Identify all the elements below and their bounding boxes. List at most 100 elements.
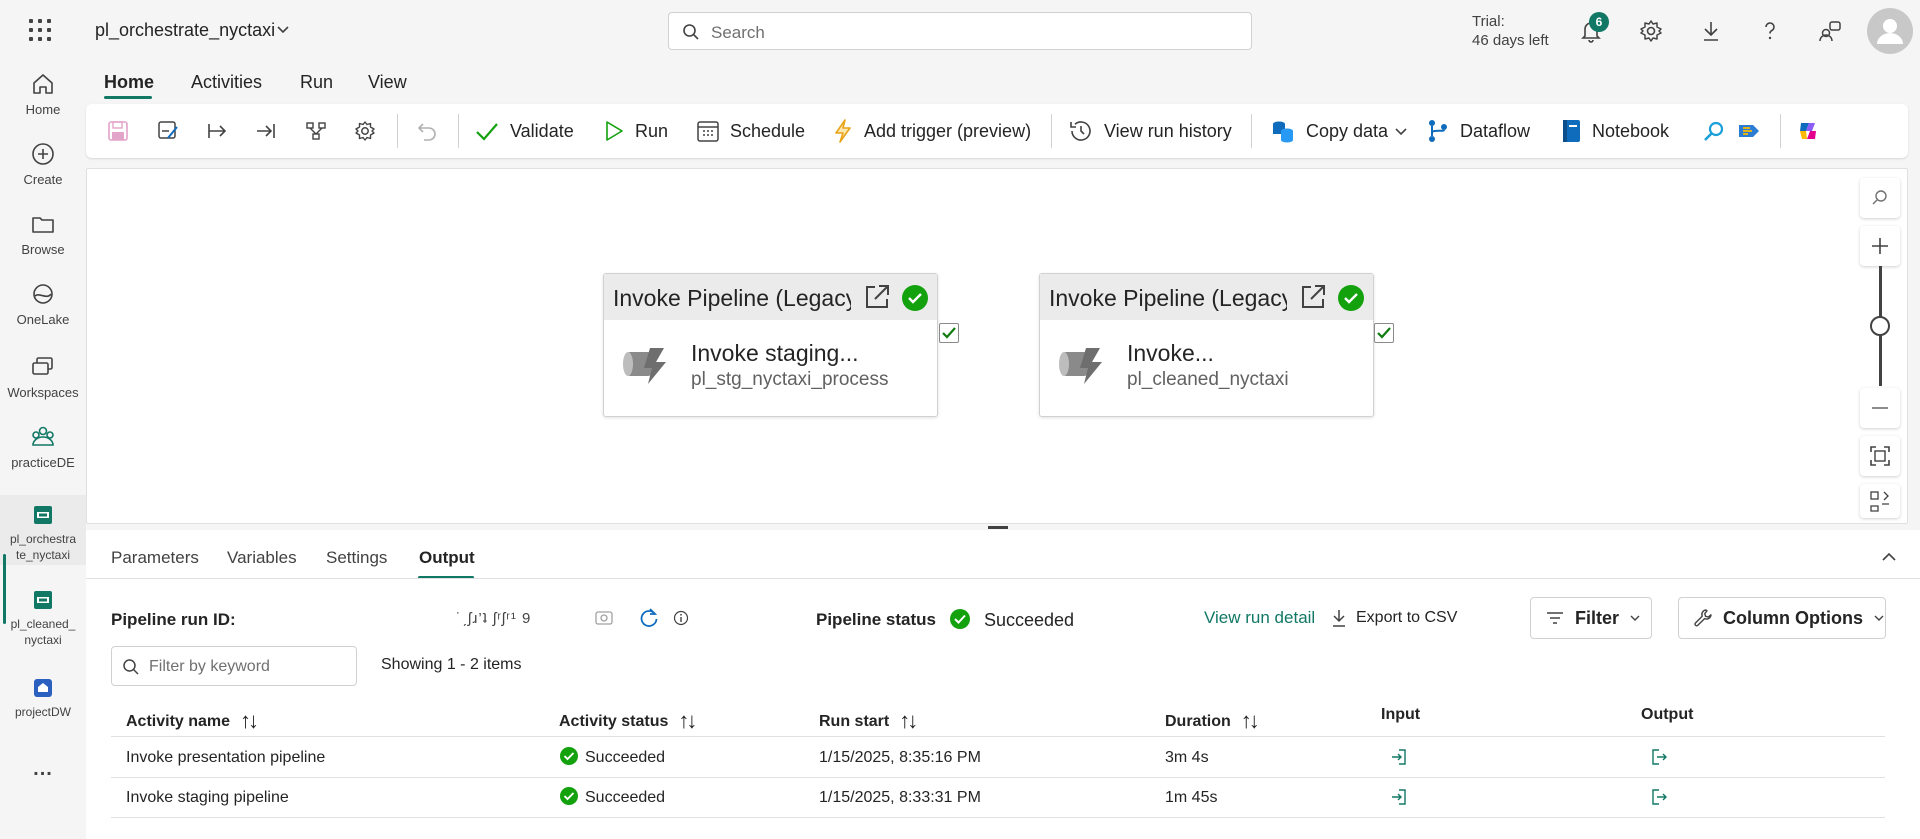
- tab-parameters[interactable]: Parameters: [111, 548, 199, 568]
- avatar[interactable]: [1867, 8, 1913, 54]
- chevron-up-icon[interactable]: [1881, 549, 1897, 565]
- gear-icon[interactable]: [353, 119, 377, 143]
- column-header-activity-name[interactable]: Activity name ↑↓: [126, 706, 259, 733]
- column-header-run-start[interactable]: Run start ↑↓: [819, 706, 918, 733]
- rail-item-projectdw[interactable]: projectDW: [0, 676, 86, 720]
- toolbar-separator: [458, 114, 459, 148]
- search-box[interactable]: Search: [668, 12, 1252, 50]
- gear-icon[interactable]: [1638, 18, 1664, 44]
- top-bar: pl_orchestrate_nyctaxi Search Trial: 46 …: [0, 0, 1920, 60]
- column-header-activity-status[interactable]: Activity status ↑↓: [559, 706, 697, 733]
- validate-button[interactable]: Validate: [474, 116, 574, 146]
- output-icon[interactable]: [1650, 748, 1668, 766]
- rail-item-workspaces[interactable]: Workspaces: [0, 353, 86, 401]
- export-csv-button[interactable]: Export to CSV: [1330, 608, 1457, 628]
- dataflow-button[interactable]: Dataflow: [1426, 116, 1530, 146]
- tab-variables[interactable]: Variables: [227, 548, 297, 568]
- activity-node[interactable]: Invoke Pipeline (Legacy) Invoke staging.…: [603, 273, 938, 417]
- success-port-checkbox[interactable]: [1374, 323, 1394, 343]
- auto-layout-button[interactable]: [1860, 484, 1900, 518]
- auto-align-icon[interactable]: [304, 119, 328, 143]
- schedule-button[interactable]: Schedule: [696, 116, 805, 146]
- run-button[interactable]: Run: [603, 116, 668, 146]
- azure-function-icon[interactable]: [1737, 119, 1761, 143]
- run-start-cell: 1/15/2025, 8:35:16 PM: [819, 749, 981, 766]
- output-icon[interactable]: [1650, 788, 1668, 806]
- pipeline-run-id-value: ˙ˏʃɹ’ʇ ʃʳʃʳ¹ 9: [456, 610, 532, 627]
- column-header-duration[interactable]: Duration ↑↓: [1165, 706, 1260, 733]
- chevron-down-icon[interactable]: [276, 22, 290, 36]
- zoom-out-button[interactable]: [1860, 388, 1900, 428]
- search-icon[interactable]: [1702, 119, 1726, 143]
- item-title[interactable]: pl_orchestrate_nyctaxi: [95, 20, 275, 41]
- rail-item-practicede[interactable]: practiceDE: [0, 423, 86, 471]
- app-launcher-icon[interactable]: [29, 19, 51, 41]
- dataflow-icon: [1429, 120, 1447, 142]
- zoom-in-button[interactable]: [1860, 226, 1900, 266]
- copy-data-button[interactable]: Copy data: [1270, 116, 1408, 146]
- add-trigger-button[interactable]: Add trigger (preview): [832, 116, 1031, 146]
- info-icon[interactable]: [673, 610, 689, 626]
- tab-view[interactable]: View: [368, 72, 407, 93]
- open-external-icon[interactable]: [862, 282, 892, 312]
- zoom-slider-thumb[interactable]: [1870, 316, 1890, 336]
- tab-settings[interactable]: Settings: [326, 548, 387, 568]
- copilot-icon[interactable]: [1796, 119, 1820, 143]
- table-header-divider: [111, 736, 1885, 737]
- move-right-icon[interactable]: [205, 119, 229, 143]
- fit-to-screen-button[interactable]: [1860, 436, 1900, 476]
- rail-item-pl-orchestrate[interactable]: pl_orchestra te_nyctaxi: [0, 495, 86, 565]
- rail-item-pl-cleaned[interactable]: pl_cleaned_ nyctaxi: [0, 588, 86, 648]
- download-icon[interactable]: [1698, 18, 1724, 44]
- rail-label: Home: [25, 102, 61, 117]
- rail-item-home[interactable]: Home: [0, 70, 86, 118]
- rail-item-create[interactable]: Create: [0, 140, 86, 188]
- activity-node[interactable]: Invoke Pipeline (Legacy) Invoke... pl_cl…: [1039, 273, 1374, 417]
- save-icon[interactable]: [106, 119, 130, 143]
- sort-icon[interactable]: ↑↓: [678, 708, 697, 733]
- notebook-button[interactable]: Notebook: [1560, 116, 1669, 146]
- tab-run[interactable]: Run: [300, 72, 333, 93]
- filter-button[interactable]: Filter: [1530, 597, 1652, 639]
- dataflow-label: Dataflow: [1460, 120, 1531, 141]
- pipeline-icon: [34, 591, 52, 609]
- tab-activities[interactable]: Activities: [191, 72, 262, 93]
- rail-item-browse[interactable]: Browse: [0, 210, 86, 258]
- success-port-checkbox[interactable]: [939, 323, 959, 343]
- sort-icon[interactable]: ↑↓: [240, 708, 259, 733]
- more-icon[interactable]: ...: [0, 758, 86, 781]
- folder-icon: [32, 217, 54, 233]
- checkmark-icon: [942, 327, 956, 339]
- keyword-filter-input[interactable]: Filter by keyword: [111, 646, 357, 686]
- table-row-divider: [111, 777, 1885, 778]
- tab-output[interactable]: Output: [419, 548, 475, 568]
- column-options-button[interactable]: Column Options: [1678, 597, 1886, 639]
- ribbon-toolbar: Validate Run Schedule Add trigger (previ…: [86, 104, 1908, 158]
- workspaces-icon: [32, 357, 53, 375]
- view-run-detail-link[interactable]: View run detail: [1204, 608, 1315, 628]
- activity-header: Invoke Pipeline (Legacy): [1040, 274, 1373, 320]
- rail-item-onelake[interactable]: OneLake: [0, 280, 86, 328]
- view-run-history-button[interactable]: View run history: [1068, 116, 1232, 146]
- sort-icon[interactable]: ↑↓: [1241, 708, 1260, 733]
- help-icon[interactable]: [1757, 18, 1783, 44]
- zoom-controls: [1860, 178, 1900, 518]
- pipeline-status-label: Pipeline status: [816, 610, 936, 629]
- panel-resize-handle[interactable]: [988, 526, 1008, 529]
- open-external-icon[interactable]: [1298, 282, 1328, 312]
- toolbar-separator: [1780, 114, 1781, 148]
- canvas-search-button[interactable]: [1860, 178, 1900, 218]
- rail-label: projectDW: [14, 705, 71, 719]
- input-icon[interactable]: [1390, 748, 1408, 766]
- input-icon[interactable]: [1390, 788, 1408, 806]
- copy-icon[interactable]: [594, 609, 614, 627]
- move-to-end-icon[interactable]: [254, 119, 278, 143]
- share-feedback-icon[interactable]: [1817, 18, 1843, 44]
- undo-icon[interactable]: [415, 119, 439, 143]
- tab-home[interactable]: Home: [104, 72, 154, 93]
- activity-status-cell: Succeeded: [585, 789, 666, 806]
- pipeline-canvas[interactable]: Invoke Pipeline (Legacy) Invoke staging.…: [86, 168, 1908, 524]
- sort-icon[interactable]: ↑↓: [899, 708, 918, 733]
- save-as-icon[interactable]: [156, 119, 180, 143]
- refresh-icon[interactable]: [638, 607, 660, 629]
